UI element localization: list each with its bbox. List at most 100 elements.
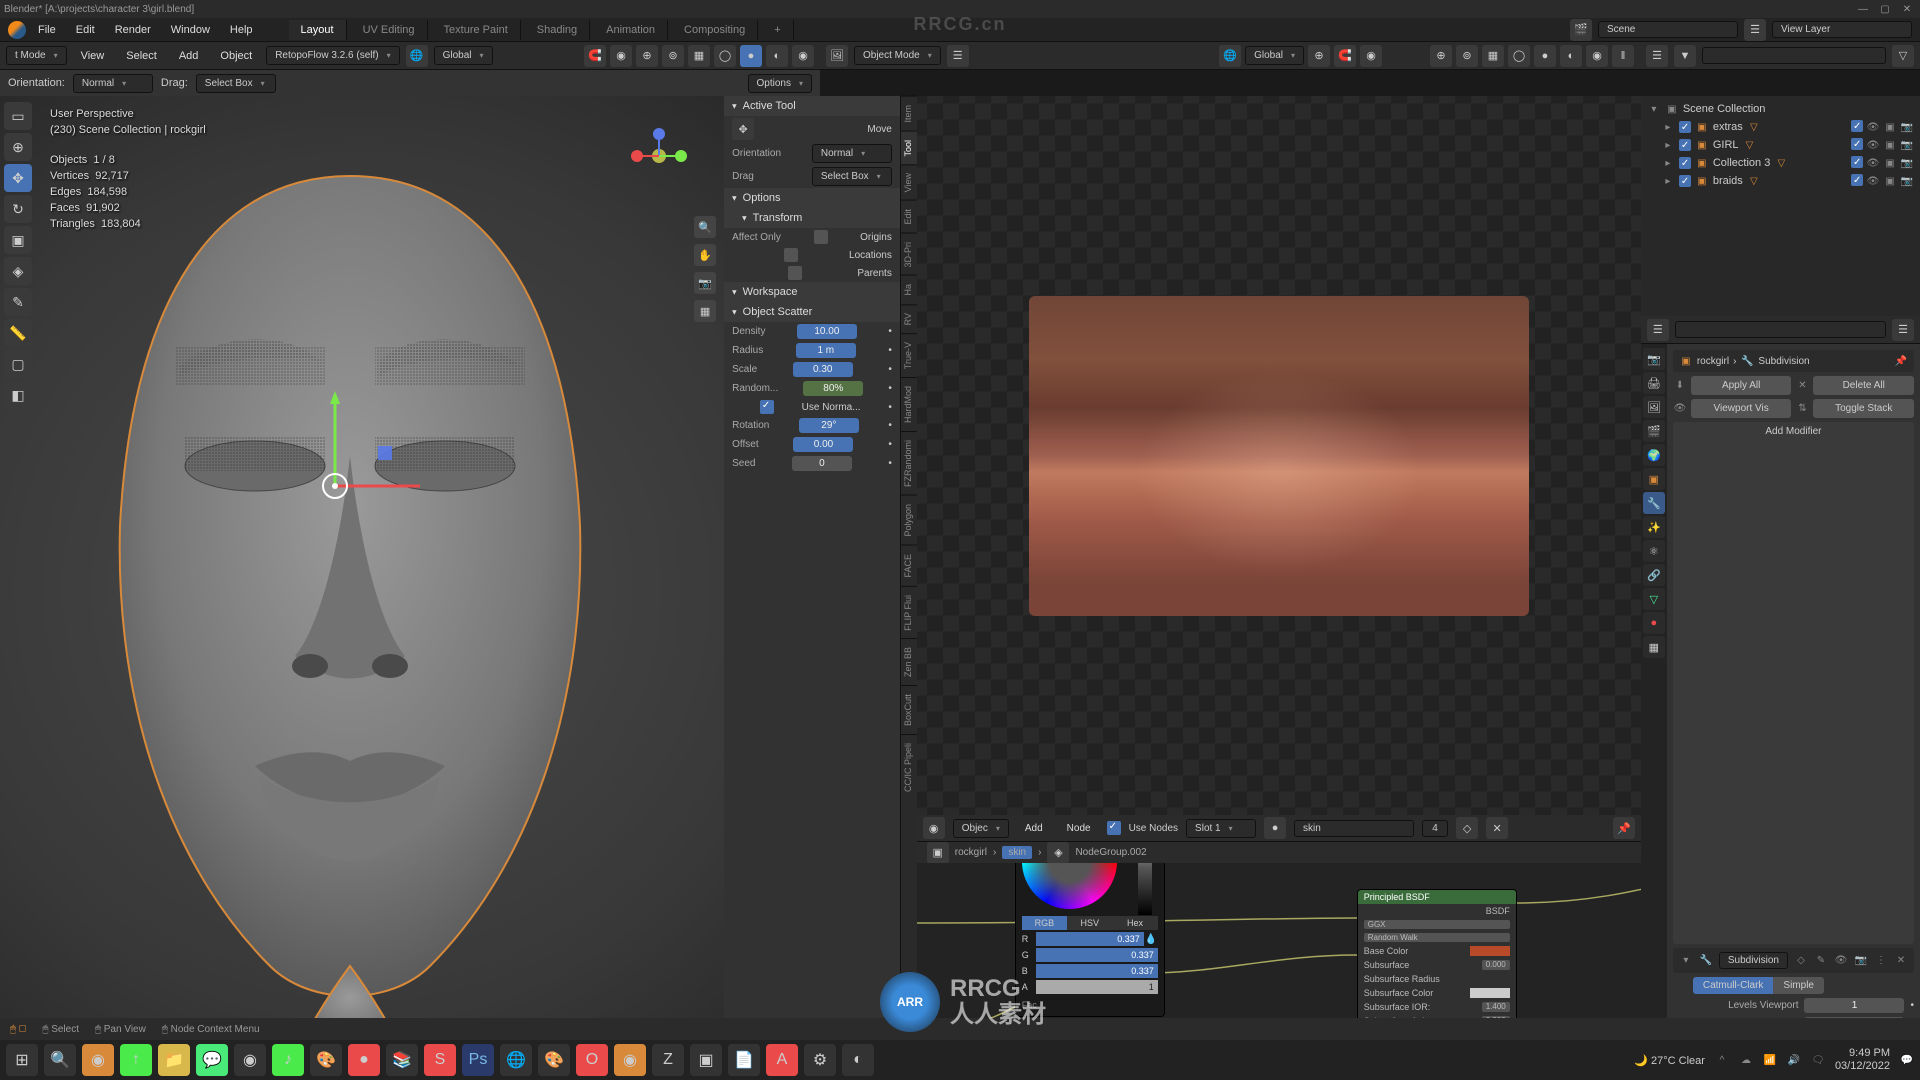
prop-edit-icon[interactable]: ◉: [610, 45, 632, 67]
sh-ren-icon[interactable]: ◉: [1586, 45, 1608, 67]
tb-app1-icon[interactable]: ↑: [120, 1044, 152, 1076]
tb-app8-icon[interactable]: ◐: [842, 1044, 874, 1076]
menu-file[interactable]: File: [30, 21, 64, 39]
window-close[interactable]: ✕: [1898, 2, 1916, 16]
viewlayer-selector[interactable]: View Layer: [1772, 21, 1912, 38]
material-name[interactable]: skin: [1294, 820, 1414, 837]
value-slider[interactable]: [1138, 863, 1152, 915]
ne-add[interactable]: Add: [1017, 820, 1051, 837]
outliner[interactable]: ▾▣Scene Collection ▸▣extras▽ 👁▣📷 ▸▣GIRL▽…: [1641, 96, 1920, 316]
tb-settings-icon[interactable]: ⚙: [804, 1044, 836, 1076]
cursor-tool[interactable]: ⊕: [4, 133, 32, 161]
camera-icon[interactable]: 📷: [694, 272, 716, 294]
tree-extras[interactable]: ▸▣extras▽ 👁▣📷: [1647, 118, 1914, 136]
workspace-layout[interactable]: Layout: [289, 20, 347, 40]
window-maximize[interactable]: ▢: [1876, 2, 1894, 16]
shading-wire-icon[interactable]: ◯: [714, 45, 736, 67]
vtab-fzrandom[interactable]: FZRandomi: [901, 431, 917, 495]
snap-icon[interactable]: ⊕: [1308, 45, 1330, 67]
mod-render-icon[interactable]: 📷: [1854, 954, 1868, 968]
seed-field[interactable]: 0: [792, 456, 852, 471]
prop-tab-modifier[interactable]: 🔧: [1643, 492, 1665, 514]
tb-app5-icon[interactable]: ●: [348, 1044, 380, 1076]
persp-icon[interactable]: ▦: [694, 300, 716, 322]
tab-hex[interactable]: Hex: [1112, 916, 1157, 930]
viewlayer-icon[interactable]: ☰: [1744, 19, 1766, 41]
catmull-button[interactable]: Catmull-Clark: [1693, 977, 1774, 994]
tb-zbrush-icon[interactable]: Z: [652, 1044, 684, 1076]
modifier-subdivision[interactable]: ▾🔧 Subdivision ◇ ✎ 👁 📷 ⋮ ✕: [1673, 948, 1914, 973]
img-global[interactable]: Global: [1245, 46, 1304, 65]
start-button[interactable]: ⊞: [6, 1044, 38, 1076]
vtab-3dpri[interactable]: 3D-Pri: [901, 233, 917, 276]
xray2-icon[interactable]: ▦: [1482, 45, 1504, 67]
tray-cloud-icon[interactable]: ☁: [1739, 1053, 1753, 1067]
rotate-tool[interactable]: ↻: [4, 195, 32, 223]
xray-icon[interactable]: ▦: [688, 45, 710, 67]
mat-ball-icon[interactable]: ●: [1264, 817, 1286, 839]
vtab-view[interactable]: View: [901, 164, 917, 200]
tb-notepad-icon[interactable]: 📄: [728, 1044, 760, 1076]
cb-origins[interactable]: [814, 230, 828, 244]
vtab-zenbb[interactable]: Zen BB: [901, 638, 917, 685]
img-mode[interactable]: Object Mode: [854, 46, 941, 65]
rotation-field[interactable]: 29°: [799, 418, 859, 433]
zoom-icon[interactable]: 🔍: [694, 216, 716, 238]
pause-icon[interactable]: ‖: [1612, 45, 1634, 67]
ne-bread-obj[interactable]: rockgirl: [955, 847, 987, 858]
prop-tab-physics[interactable]: ⚛: [1643, 540, 1665, 562]
annotate-tool[interactable]: ✎: [4, 288, 32, 316]
color-wheel[interactable]: [1022, 863, 1117, 909]
workspace-texpaint[interactable]: Texture Paint: [432, 20, 521, 40]
cb-parents[interactable]: [788, 266, 802, 280]
workspace-animation[interactable]: Animation: [594, 20, 668, 40]
ne-obj-link[interactable]: Objec: [953, 819, 1009, 838]
workspace-compositing[interactable]: Compositing: [672, 20, 758, 40]
pin-icon[interactable]: 📌: [1894, 354, 1908, 368]
vtab-ha[interactable]: Ha: [901, 275, 917, 304]
search-icon[interactable]: 🔍: [44, 1044, 76, 1076]
vtab-edit[interactable]: Edit: [901, 200, 917, 233]
3d-viewport[interactable]: ▭ ⊕ ✥ ↻ ▣ ◈ ✎ 📏 ▢ ◧ User Perspective (23…: [0, 96, 724, 1080]
tb-explorer-icon[interactable]: 📁: [158, 1044, 190, 1076]
mat-unlink-icon[interactable]: ✕: [1486, 817, 1508, 839]
prop-tab-material[interactable]: ●: [1643, 612, 1665, 634]
window-minimize[interactable]: —: [1854, 2, 1872, 16]
tb-spotify-icon[interactable]: ♪: [272, 1044, 304, 1076]
scene-selector[interactable]: Scene: [1598, 21, 1738, 38]
vp-menu-view[interactable]: View: [73, 47, 113, 65]
apply-all-button[interactable]: Apply All: [1691, 376, 1792, 395]
props-search[interactable]: [1675, 321, 1886, 338]
workspace-uv[interactable]: UV Editing: [351, 20, 428, 40]
menu-help[interactable]: Help: [222, 21, 261, 39]
eyedropper-icon[interactable]: 💧: [1144, 932, 1158, 946]
vtab-hardmod[interactable]: HardMod: [901, 377, 917, 431]
mat-shield-icon[interactable]: ◇: [1456, 817, 1478, 839]
tb-blender-icon[interactable]: ◉: [82, 1044, 114, 1076]
apply-icon[interactable]: ⬇: [1673, 379, 1687, 393]
gizmo-icon[interactable]: ⊕: [1430, 45, 1452, 67]
cb-locations[interactable]: [784, 248, 798, 262]
a-slider[interactable]: 1: [1036, 980, 1158, 994]
orientation-dropdown[interactable]: Normal: [73, 74, 153, 93]
editor-type-icon[interactable]: 🖼: [826, 45, 848, 67]
panel-transform[interactable]: Transform: [724, 208, 900, 228]
tb-ps-icon[interactable]: Ps: [462, 1044, 494, 1076]
density-field[interactable]: 10.00: [797, 324, 857, 339]
vp-menu-select[interactable]: Select: [118, 47, 165, 65]
tray-notif-icon[interactable]: 💬: [1900, 1053, 1914, 1067]
menu-edit[interactable]: Edit: [68, 21, 103, 39]
tree-girl[interactable]: ▸▣GIRL▽ 👁▣📷: [1647, 136, 1914, 154]
b-slider[interactable]: 0.337: [1036, 964, 1158, 978]
cb-use-nodes[interactable]: [1107, 821, 1121, 835]
g-slider[interactable]: 0.337: [1036, 948, 1158, 962]
tree-braids[interactable]: ▸▣braids▽ 👁▣📷: [1647, 172, 1914, 190]
ne-node[interactable]: Node: [1059, 820, 1099, 837]
ne-bread-group[interactable]: NodeGroup.002: [1075, 847, 1146, 858]
vtab-flip[interactable]: FLIP Flui: [901, 586, 917, 639]
vp-menu-add[interactable]: Add: [171, 47, 207, 65]
mod-menu-icon[interactable]: ⋮: [1874, 954, 1888, 968]
random-field[interactable]: 80%: [803, 381, 863, 396]
viewport-vis-button[interactable]: Viewport Vis: [1691, 399, 1792, 418]
pan-icon[interactable]: ✋: [694, 244, 716, 266]
